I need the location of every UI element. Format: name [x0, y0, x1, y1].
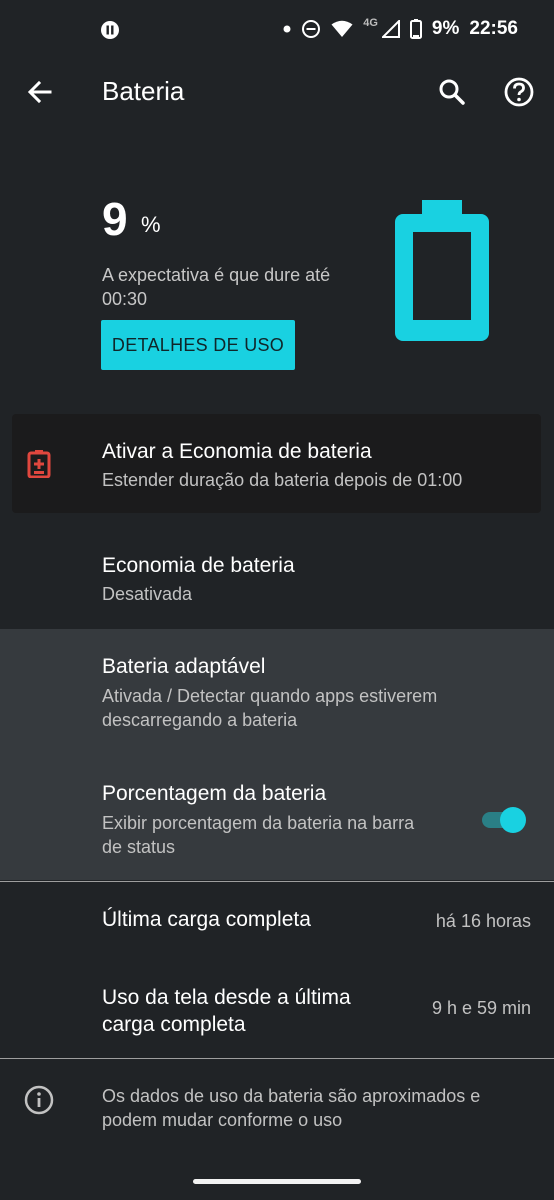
- dot-icon: [283, 25, 291, 33]
- setting-subtitle: Ativada / Detectar quando apps estiverem…: [102, 686, 438, 730]
- battery-saver-suggestion-card[interactable]: Ativar a Economia de bateria Estender du…: [12, 414, 541, 513]
- app-bar: Bateria: [0, 60, 554, 124]
- do-not-disturb-icon: [301, 19, 321, 39]
- battery-icon: [409, 19, 422, 39]
- adaptive-battery-setting[interactable]: Bateria adaptável Ativada / Detectar qua…: [0, 629, 554, 753]
- setting-title: Bateria adaptável: [102, 655, 266, 678]
- wifi-icon: [331, 20, 353, 38]
- divider: [0, 1058, 554, 1059]
- row-title: Uso da tela desde a última carga complet…: [102, 986, 351, 1036]
- usage-details-button[interactable]: DETALHES DE USO: [101, 320, 295, 370]
- last-full-charge-row: Última carga completa há 16 horas: [0, 882, 554, 957]
- info-text: Os dados de uso da bateria são aproximad…: [102, 1086, 481, 1130]
- battery-level-fill: [413, 320, 471, 321]
- battery-expectation: A expectativa é que dure até 00:30: [102, 265, 331, 309]
- setting-title: Economia de bateria: [102, 554, 295, 577]
- info-icon: [24, 1085, 54, 1115]
- status-bar: 4G 9% 22:56: [0, 0, 554, 60]
- info-footer: Os dados de uso da bateria são aproximad…: [0, 1060, 554, 1150]
- battery-saver-setting[interactable]: Economia de bateria Desativada: [0, 530, 554, 630]
- page-title: Bateria: [102, 76, 185, 106]
- signal-icon: [381, 20, 400, 38]
- row-value: 9 h e 59 min: [431, 998, 531, 1018]
- toggle-thumb: [500, 807, 526, 833]
- setting-subtitle: Desativada: [102, 584, 193, 604]
- row-value: há 16 horas: [435, 911, 531, 931]
- media-pause-icon: [100, 20, 120, 45]
- battery-level-icon: [393, 200, 491, 342]
- battery-percentage-toggle[interactable]: [482, 807, 528, 833]
- setting-subtitle: Exibir porcentagem da bateria na barra d…: [102, 813, 415, 857]
- saver-card-subtitle: Estender duração da bateria depois de 01…: [102, 470, 463, 490]
- help-icon[interactable]: [503, 76, 535, 108]
- setting-title: Porcentagem da bateria: [102, 782, 327, 805]
- gesture-nav-handle[interactable]: [193, 1179, 361, 1184]
- screen-usage-row: Uso da tela desde a última carga complet…: [0, 960, 554, 1058]
- saver-card-title: Ativar a Economia de bateria: [102, 440, 372, 463]
- row-title: Última carga completa: [102, 908, 311, 931]
- back-arrow-icon[interactable]: [24, 76, 56, 108]
- battery-percent-value: 9: [102, 193, 129, 245]
- battery-percent: 9%: [431, 18, 460, 39]
- battery-saver-icon: [27, 450, 51, 479]
- battery-percentage-setting[interactable]: Porcentagem da bateria Exibir porcentage…: [0, 753, 554, 880]
- network-type: 4G: [363, 17, 378, 29]
- search-icon[interactable]: [436, 76, 468, 108]
- percent-sign: %: [141, 212, 161, 237]
- clock: 22:56: [469, 18, 518, 39]
